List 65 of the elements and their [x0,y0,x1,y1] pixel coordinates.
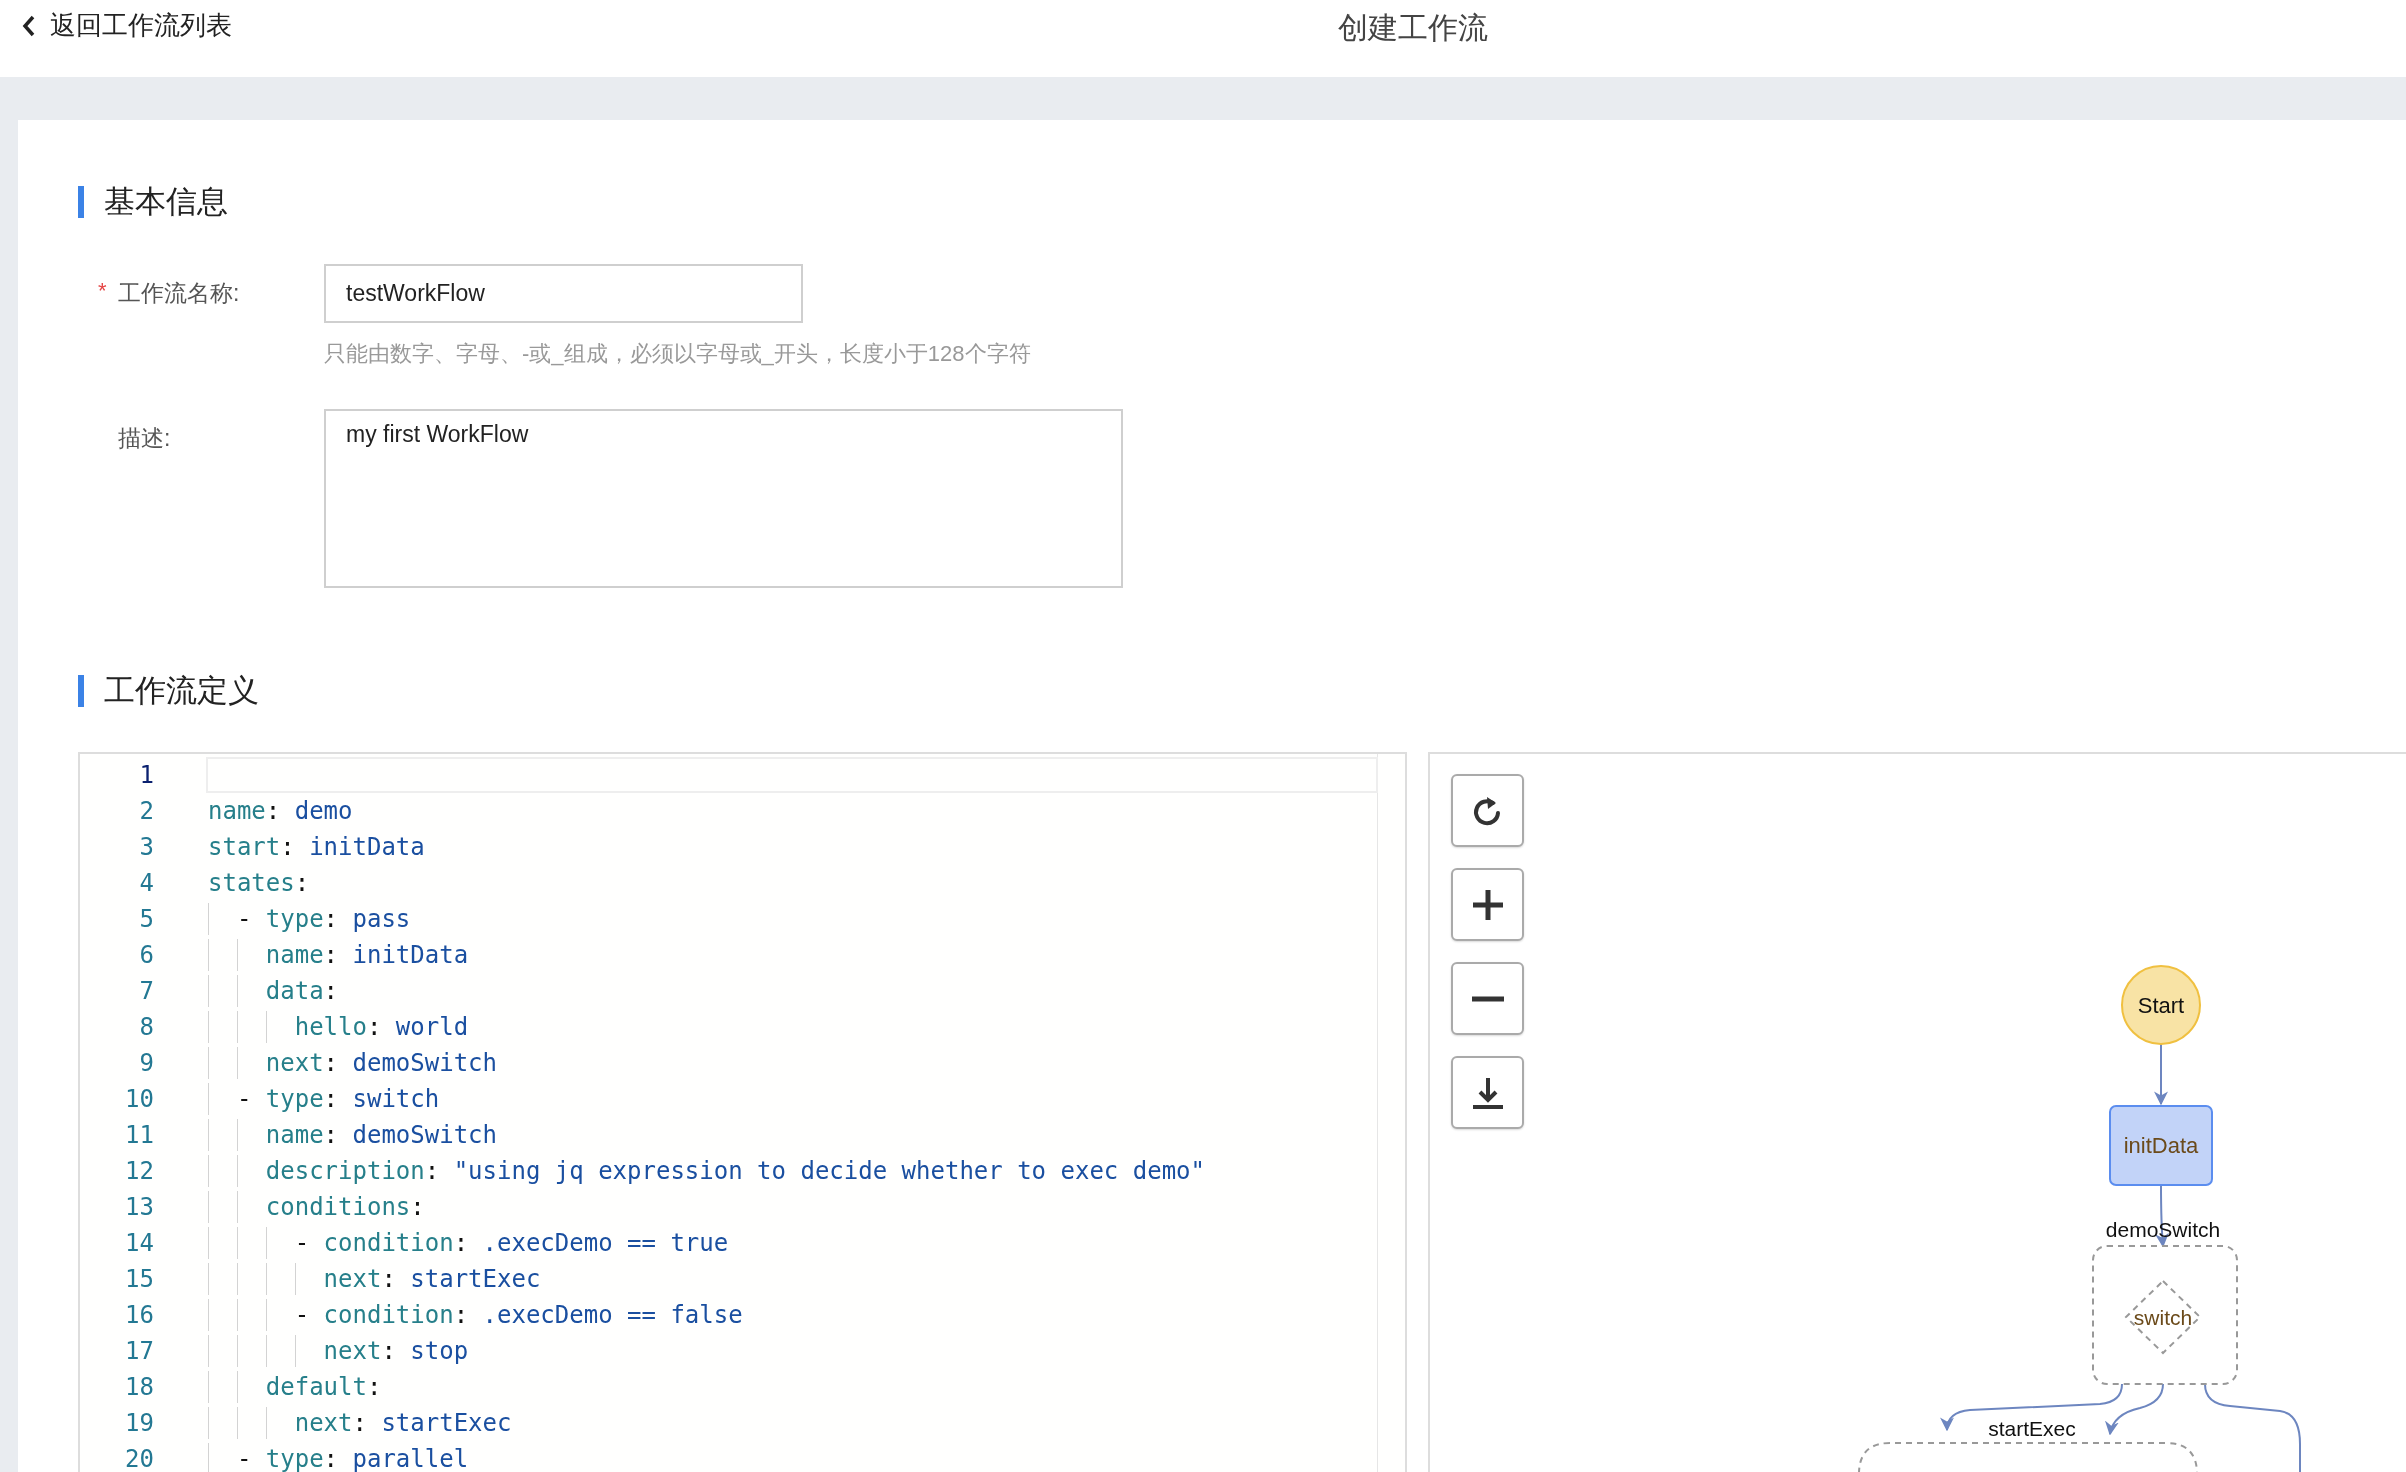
heading-accent [78,186,84,218]
description-input[interactable]: my first WorkFlow [324,409,1123,588]
code-line: name: demoSwitch [206,1117,1378,1153]
chevron-left-icon [22,14,36,37]
line-number: 15 [124,1265,154,1293]
line-number: 4 [138,869,154,897]
required-mark: * [98,278,107,304]
name-input[interactable]: testWorkFlow [324,264,803,323]
line-number: 3 [138,833,154,861]
download-icon [1471,1075,1504,1110]
line-number: 18 [124,1373,154,1401]
toolbar-button[interactable] [1451,774,1524,847]
code-line: next: startExec [206,1405,1378,1441]
line-number: 20 [124,1445,154,1472]
code-line: hello: world [206,1009,1378,1045]
line-number: 9 [138,1049,154,1077]
group-label: startExec [1988,1417,2076,1440]
code-line: next: demoSwitch [206,1045,1378,1081]
page-title: 创建工作流 [1338,10,1488,46]
line-number: 11 [124,1121,154,1149]
switch-node: switch [2124,1279,2202,1355]
line-number: 14 [124,1229,154,1257]
code-line: name: initData [206,937,1378,973]
code-line: next: startExec [206,1261,1378,1297]
line-number: 6 [138,941,154,969]
section-heading: 基本信息 [104,183,228,221]
code-editor[interactable] [78,752,1407,1472]
line-number: 13 [124,1193,154,1221]
start-node: Start [2121,965,2201,1045]
line-number: 8 [138,1013,154,1041]
field-label: 描述: [118,424,171,453]
code-line: - condition: .execDemo == false [206,1297,1378,1333]
line-number: 5 [138,905,154,933]
code-line: data: [206,973,1378,1009]
code-line: conditions: [206,1189,1378,1225]
code-line: - condition: .execDemo == true [206,1225,1378,1261]
edge-arrow [2154,1043,2168,1106]
plus-icon [1470,887,1505,922]
code-line: default: [206,1369,1378,1405]
toolbar-button[interactable] [1451,1056,1524,1129]
line-number: 10 [124,1085,154,1113]
line-number: 17 [124,1337,154,1365]
section-heading: 工作流定义 [104,672,259,710]
line-number: 1 [138,761,154,789]
field-hint: 只能由数字、字母、-或_组成，必须以字母或_开头，长度小于128个字符 [324,340,1031,368]
state-node: initData [2109,1105,2213,1186]
code-line: next: stop [206,1333,1378,1369]
line-number: 16 [124,1301,154,1329]
heading-accent [78,675,84,707]
toolbar-button[interactable] [1451,962,1524,1035]
code-line: name: demo [207,796,354,827]
line-number: 12 [124,1157,154,1185]
code-line: - type: parallel [206,1441,1378,1472]
code-line: - type: switch [206,1081,1378,1117]
code-line: - type: pass [206,901,1378,937]
minus-icon [1471,995,1504,1002]
line-number: 2 [138,797,154,825]
code-line: states: [207,868,311,899]
code-line: description: "using jq expression to decide whether to exec demo" [206,1153,1378,1189]
code-line: start: initData [207,832,426,863]
toolbar-button[interactable] [1451,868,1524,941]
field-label: 工作流名称: [118,279,240,308]
back-link[interactable]: 返回工作流列表 [22,8,232,43]
line-number: 19 [124,1409,154,1437]
line-number: 7 [138,977,154,1005]
